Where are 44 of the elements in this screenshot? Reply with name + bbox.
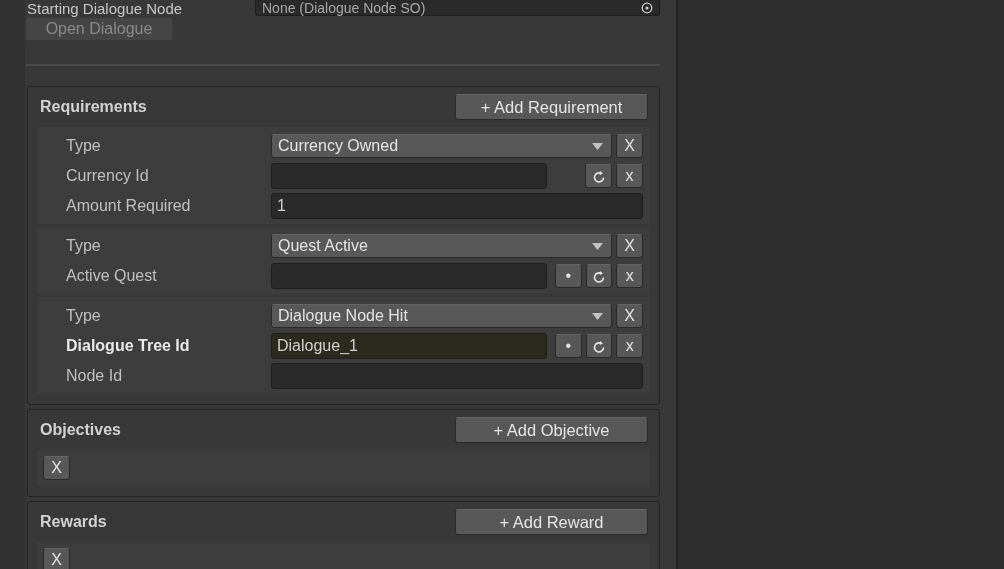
field-label: Amount Required [65,197,192,215]
input-field[interactable]: 1 [271,193,643,219]
clear-button[interactable]: x [616,334,643,358]
field-label: Type [65,307,102,325]
remove-button[interactable]: X [43,456,70,480]
field-label: Starting Dialogue Node [26,0,184,17]
type-dropdown[interactable]: Dialogue Node Hit [271,304,612,328]
field-label: Type [65,137,102,155]
type-dropdown[interactable]: Currency Owned [271,134,612,158]
input-field[interactable] [271,263,547,289]
add-button[interactable]: + Add Objective [455,417,648,443]
input-field[interactable] [271,363,643,389]
refresh-button[interactable] [585,264,613,288]
dropdown-arrow-icon [592,312,603,320]
clear-button[interactable]: x [616,264,643,288]
refresh-icon [592,268,606,284]
field-label: Type [65,237,102,255]
clear-button[interactable]: x [616,164,643,188]
pick-button[interactable]: • [555,264,582,288]
remove-button[interactable]: X [43,548,70,569]
target-icon[interactable] [641,1,653,14]
input-field[interactable]: Dialogue_1 [271,333,547,359]
section-title: Requirements [40,98,147,116]
section-title: Objectives [40,421,121,439]
remove-button[interactable]: X [616,134,643,158]
refresh-button[interactable] [585,334,613,358]
dropdown-arrow-icon [592,242,603,250]
refresh-icon [592,338,606,354]
add-button[interactable]: + Add Reward [455,509,648,535]
field-label: Node Id [65,367,124,385]
refresh-button[interactable] [585,164,612,188]
input-field[interactable] [271,163,547,189]
field-label: Dialogue Tree Id [65,337,191,355]
field-label: Currency Id [65,167,150,185]
type-dropdown[interactable]: Quest Active [271,234,612,258]
add-button[interactable]: + Add Requirement [455,94,648,120]
pick-button[interactable]: • [555,334,582,358]
object-field[interactable]: None (Dialogue Node SO) [255,0,660,16]
remove-button[interactable]: X [616,234,643,258]
remove-button[interactable]: X [616,304,643,328]
dropdown-arrow-icon [592,142,603,150]
section-title: Rewards [40,513,107,531]
field-label: Active Quest [65,267,158,285]
refresh-icon [591,168,606,184]
